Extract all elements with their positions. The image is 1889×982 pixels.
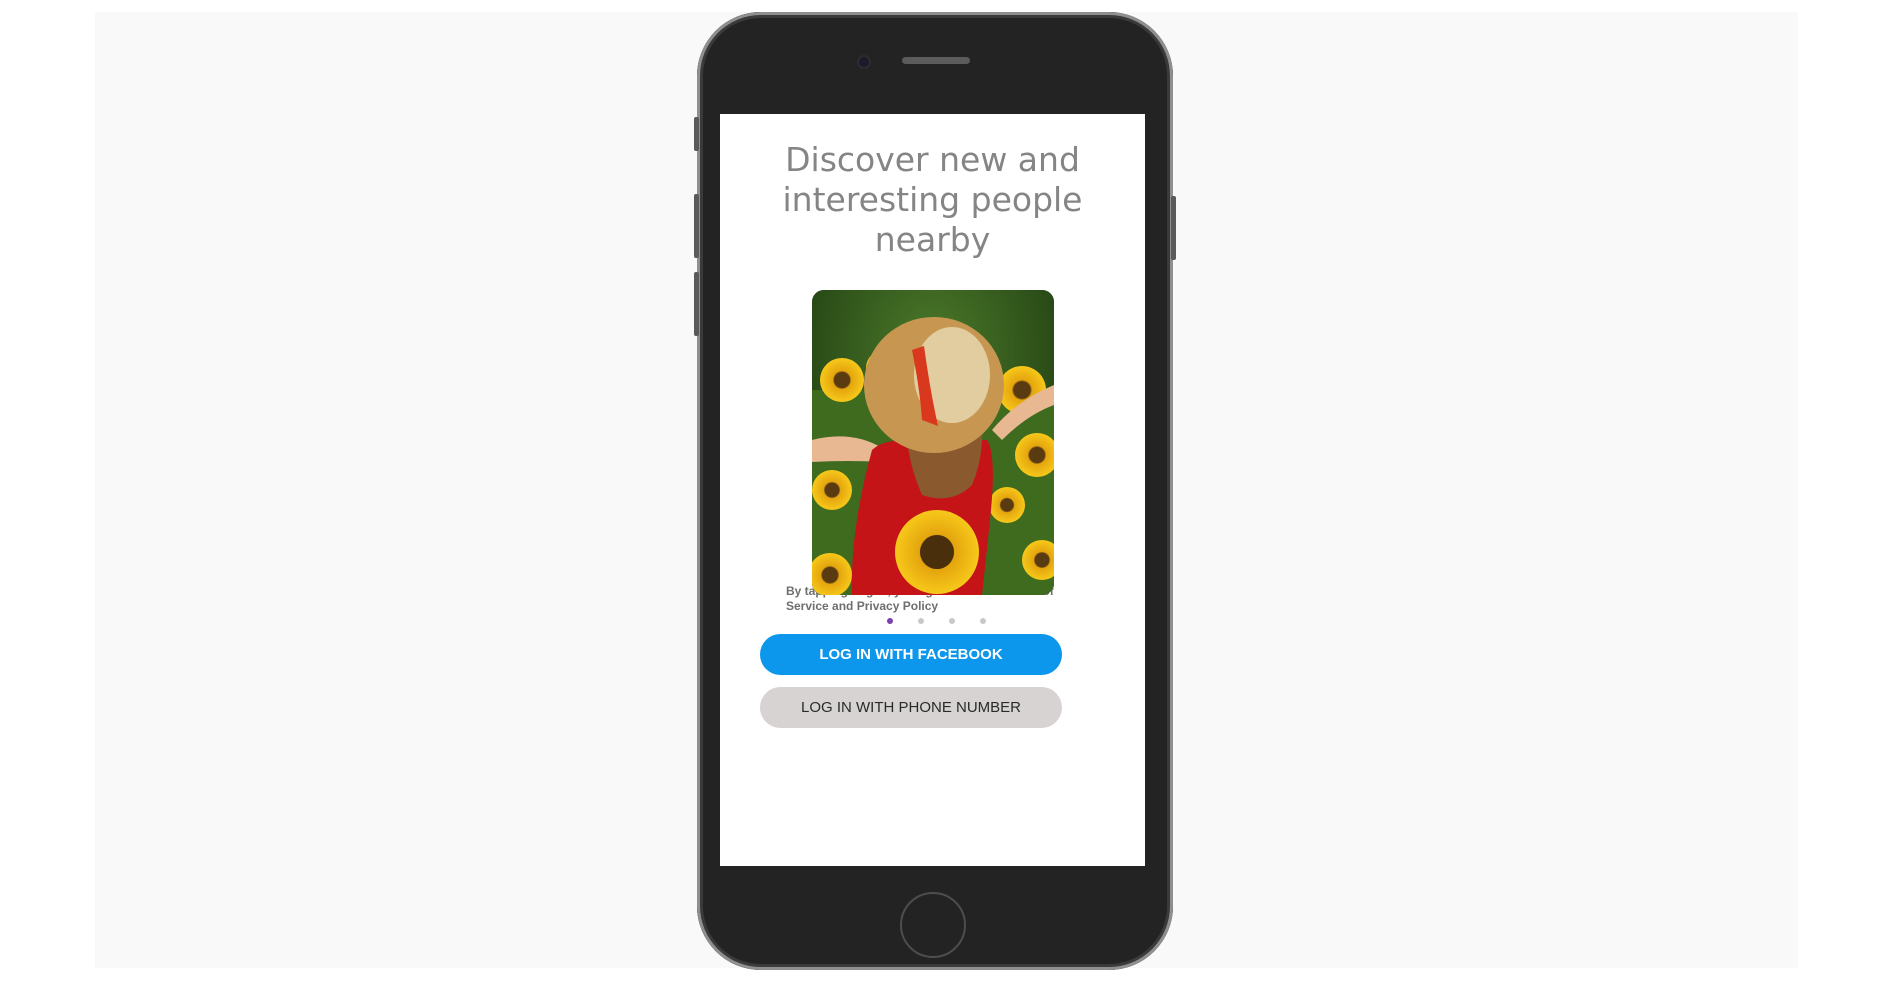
mute-switch: [694, 117, 699, 151]
carousel-dot-4[interactable]: [980, 618, 986, 624]
carousel-dot-1[interactable]: [887, 618, 893, 624]
volume-down-button: [694, 272, 699, 336]
carousel-photo[interactable]: [812, 290, 1054, 595]
phone-frame: Discover new and interesting people near…: [697, 12, 1173, 970]
onboarding-headline: Discover new and interesting people near…: [782, 140, 1083, 259]
power-button: [1171, 196, 1176, 260]
front-camera-icon: [857, 55, 871, 69]
facebook-login-button[interactable]: LOG IN WITH FACEBOOK: [760, 634, 1062, 675]
woman-sunflower-field-photo: [812, 290, 1054, 595]
phone-login-button[interactable]: LOG IN WITH PHONE NUMBER: [760, 687, 1062, 728]
carousel-indicator: [720, 618, 1145, 626]
carousel-dot-3[interactable]: [949, 618, 955, 624]
volume-up-button: [694, 194, 699, 258]
home-button[interactable]: [900, 892, 966, 958]
legal-line-2: Service and Privacy Policy: [786, 599, 939, 613]
app-screen: Discover new and interesting people near…: [720, 114, 1145, 866]
carousel-dot-2[interactable]: [918, 618, 924, 624]
speaker-grille: [902, 57, 970, 64]
